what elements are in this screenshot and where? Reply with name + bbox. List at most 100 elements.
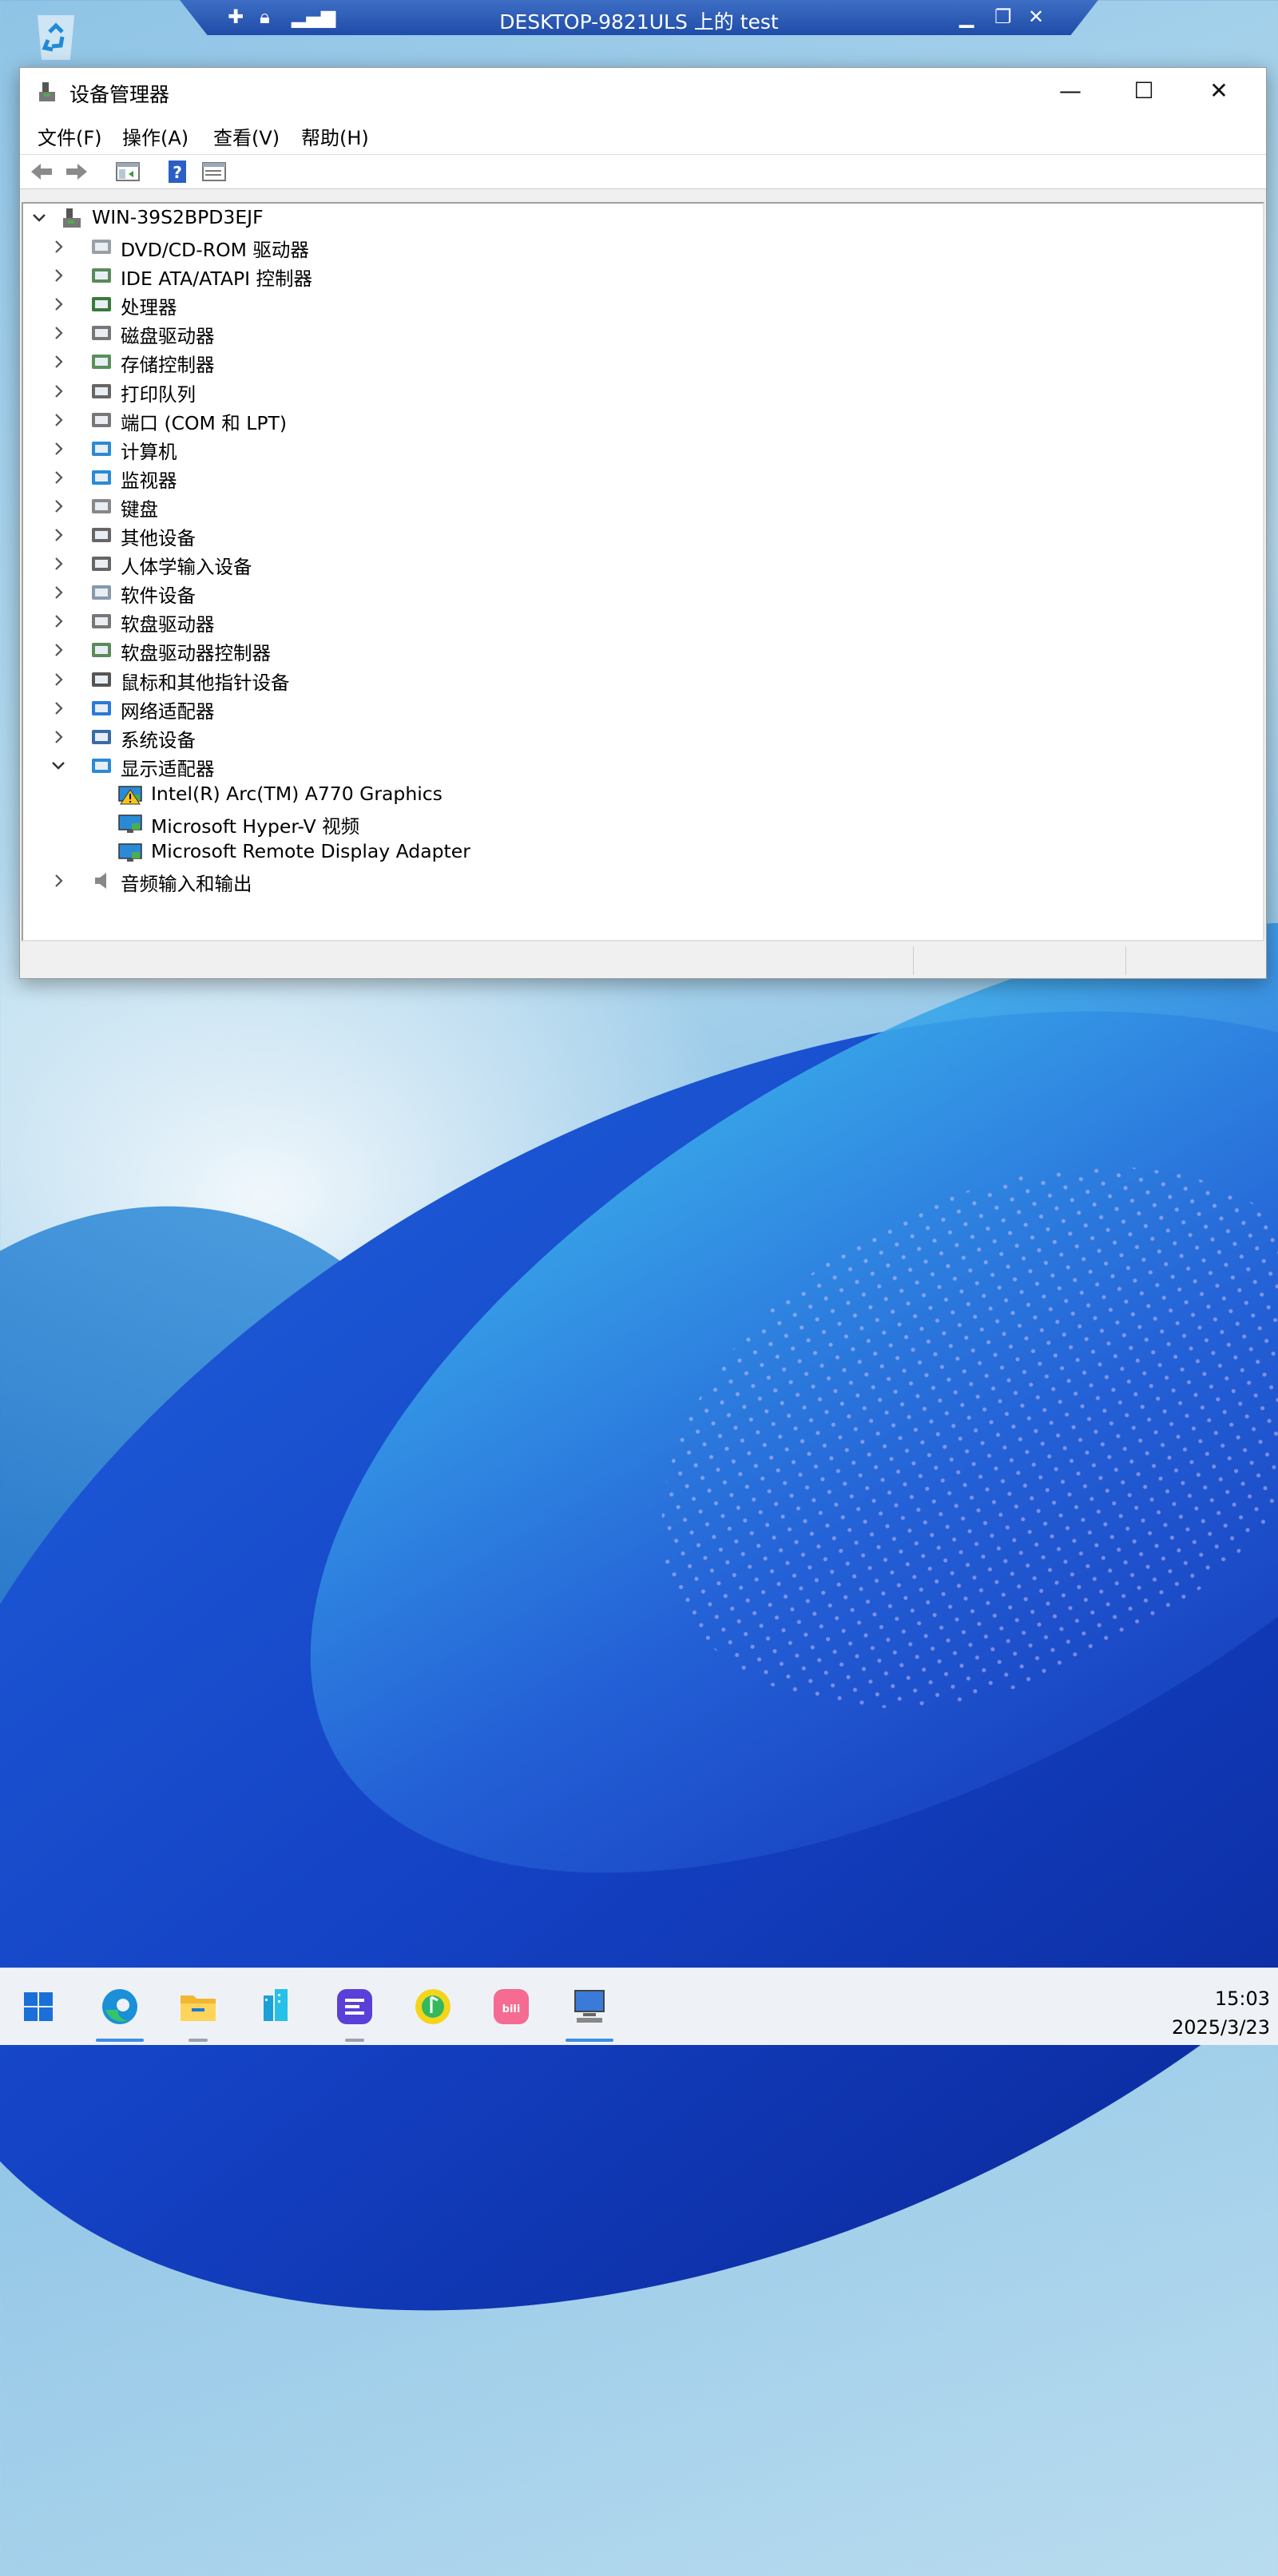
start-icon[interactable] xyxy=(14,1983,62,2031)
display-adapter-icon xyxy=(92,758,111,773)
music-app-icon[interactable] xyxy=(409,1983,457,2031)
running-indicator xyxy=(189,2039,208,2042)
category-label: 计算机 xyxy=(121,440,177,463)
system-clock[interactable]: 15:03 2025/3/23 xyxy=(1172,1984,1270,2042)
notes-app-icon[interactable] xyxy=(331,1983,379,2042)
chevron-right-icon[interactable] xyxy=(50,406,66,434)
category-label: IDE ATA/ATAPI 控制器 xyxy=(121,268,313,291)
chevron-down-icon[interactable] xyxy=(50,751,66,780)
category-label: 磁盘驱动器 xyxy=(121,325,215,348)
properties-icon[interactable] xyxy=(200,160,228,184)
chevron-right-icon[interactable] xyxy=(50,665,66,694)
menu-action[interactable]: 操作(A) xyxy=(122,122,189,150)
category-label: 系统设备 xyxy=(121,728,196,751)
menu-view[interactable]: 查看(V) xyxy=(213,122,280,150)
chevron-right-icon[interactable] xyxy=(50,607,66,636)
menu-bar: 文件(F) 操作(A) 查看(V) 帮助(H) xyxy=(20,114,1266,155)
menu-help[interactable]: 帮助(H) xyxy=(301,122,369,150)
file-explorer-icon[interactable] xyxy=(174,1983,222,2042)
device-label: Microsoft Hyper-V 视频 xyxy=(151,815,360,838)
maximize-button[interactable]: ☐ xyxy=(1108,68,1180,114)
speaker-icon xyxy=(95,873,106,890)
running-indicator xyxy=(96,2039,144,2042)
software-device-icon xyxy=(92,585,111,600)
svg-text:?: ? xyxy=(173,163,182,182)
computer-name: WIN-39S2BPD3EJF xyxy=(92,206,264,228)
chevron-right-icon[interactable] xyxy=(50,377,66,406)
display-device-icon xyxy=(118,814,142,833)
running-indicator xyxy=(566,2039,613,2042)
chevron-right-icon[interactable] xyxy=(50,319,66,347)
taskbar: bili 15:03 2025/3/23 xyxy=(0,1968,1278,2045)
chevron-right-icon[interactable] xyxy=(50,866,66,895)
remote-desktop-icon[interactable] xyxy=(566,1983,613,2042)
category-label: 监视器 xyxy=(121,469,177,492)
chevron-right-icon[interactable] xyxy=(50,694,66,723)
category-label: 软盘驱动器控制器 xyxy=(121,642,271,665)
forward-arrow-icon[interactable] xyxy=(63,160,90,184)
category-label: 人体学输入设备 xyxy=(121,556,252,579)
category-label: DVD/CD-ROM 驱动器 xyxy=(121,239,309,261)
chevron-down-icon[interactable] xyxy=(31,204,47,232)
device-tree[interactable]: WIN-39S2BPD3EJF DVD/CD-ROM 驱动器 IDE ATA/AT… xyxy=(22,202,1264,941)
rdp-restore-icon[interactable]: ❐ xyxy=(994,6,1012,28)
chevron-right-icon[interactable] xyxy=(50,347,66,376)
chevron-right-icon[interactable] xyxy=(50,290,66,319)
processor-icon xyxy=(92,297,111,312)
keyboard-icon xyxy=(92,498,111,513)
edge-icon[interactable] xyxy=(96,1983,144,2042)
dvd-drive-icon xyxy=(92,240,111,254)
chevron-right-icon[interactable] xyxy=(50,434,66,463)
other-devices-icon xyxy=(92,528,111,542)
close-button[interactable]: ✕ xyxy=(1183,68,1255,114)
category-label: 处理器 xyxy=(121,296,177,319)
app-icon[interactable] xyxy=(252,1983,300,2031)
category-label: 鼠标和其他指针设备 xyxy=(121,671,290,694)
chevron-right-icon[interactable] xyxy=(50,578,66,607)
chevron-right-icon[interactable] xyxy=(50,549,66,578)
chevron-right-icon[interactable] xyxy=(50,261,66,290)
category-label: 存储控制器 xyxy=(121,354,215,377)
recycle-bin-icon[interactable] xyxy=(32,8,80,62)
category-label: 显示适配器 xyxy=(121,757,215,780)
system-device-icon xyxy=(92,729,111,744)
chevron-right-icon[interactable] xyxy=(50,463,66,492)
category-label: 网络适配器 xyxy=(121,699,215,723)
computer-root-icon xyxy=(63,208,81,228)
back-arrow-icon[interactable] xyxy=(28,160,55,184)
status-divider xyxy=(1125,946,1126,975)
clock-date: 2025/3/23 xyxy=(1171,2016,1270,2039)
storage-controller-icon xyxy=(92,355,111,370)
category-label: 软盘驱动器 xyxy=(121,613,215,636)
category-label: 音频输入和输出 xyxy=(121,873,252,896)
minimize-button[interactable]: — xyxy=(1034,68,1106,114)
device-label: Intel(R) Arc(TM) A770 Graphics xyxy=(151,782,443,805)
display-device-icon xyxy=(118,843,142,862)
device-manager-icon xyxy=(39,82,55,101)
floppy-drive-icon xyxy=(92,614,111,629)
printer-icon xyxy=(92,383,111,398)
chevron-right-icon[interactable] xyxy=(50,521,66,549)
chevron-right-icon[interactable] xyxy=(50,492,66,521)
category-label: 端口 (COM 和 LPT) xyxy=(121,411,288,434)
clock-time: 15:03 xyxy=(1214,1987,1270,2010)
title-bar[interactable]: 设备管理器 — ☐ ✕ xyxy=(20,68,1266,114)
chevron-right-icon[interactable] xyxy=(50,232,66,261)
category-label: 打印队列 xyxy=(121,382,196,406)
show-hide-tree-icon[interactable] xyxy=(114,160,141,184)
monitor-icon xyxy=(92,470,111,485)
category-label: 软件设备 xyxy=(121,585,196,608)
chevron-right-icon[interactable] xyxy=(50,636,66,664)
computer-icon xyxy=(92,441,111,456)
rdp-minimize-icon[interactable]: ▁ xyxy=(959,6,974,28)
bilibili-icon[interactable]: bili xyxy=(487,1983,535,2031)
device-manager-window: 设备管理器 — ☐ ✕ 文件(F) 操作(A) 查看(V) 帮助(H) ? WI… xyxy=(19,67,1267,979)
rdp-close-icon[interactable]: ✕ xyxy=(1028,6,1044,28)
status-divider xyxy=(913,946,914,975)
hid-icon xyxy=(92,557,111,572)
network-adapter-icon xyxy=(92,700,111,715)
chevron-right-icon[interactable] xyxy=(50,723,66,751)
ide-controller-icon xyxy=(92,268,111,283)
help-icon[interactable]: ? xyxy=(164,160,191,184)
menu-file[interactable]: 文件(F) xyxy=(38,122,102,150)
